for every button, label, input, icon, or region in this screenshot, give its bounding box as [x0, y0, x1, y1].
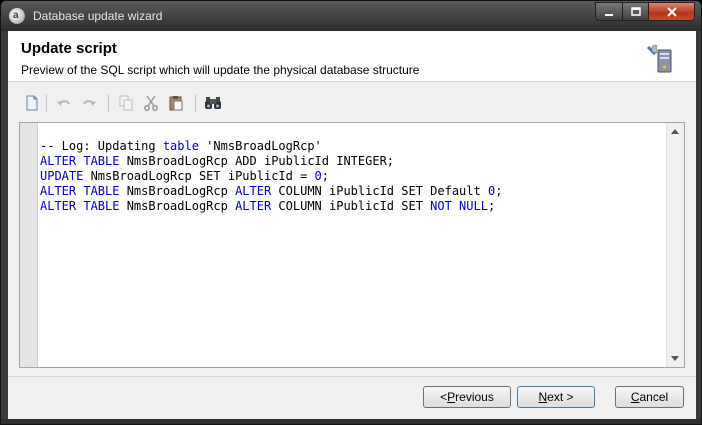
- redo-button[interactable]: [78, 92, 100, 114]
- wizard-body: Update script Preview of the SQL script …: [8, 31, 696, 419]
- wizard-header: Update script Preview of the SQL script …: [8, 31, 696, 82]
- app-logo-icon: a: [9, 8, 25, 24]
- sql-script-text[interactable]: -- Log: Updating table 'NmsBroadLogRcp' A…: [40, 139, 502, 214]
- previous-prefix: <: [440, 390, 448, 404]
- previous-label: revious: [455, 390, 494, 404]
- sql-line: ALTER TABLE NmsBroadLogRcp ADD iPublicId…: [40, 154, 502, 169]
- sql-text: ;: [321, 169, 330, 183]
- next-accel: N: [538, 390, 548, 404]
- sql-text: -- Log: Updating: [40, 139, 163, 153]
- toolbar-separator: [108, 94, 109, 112]
- undo-icon: [57, 100, 70, 106]
- wizard-window: a Database update wizard Update script P…: [0, 0, 702, 425]
- title-bar[interactable]: a Database update wizard: [1, 1, 701, 31]
- sql-script-editor[interactable]: -- Log: Updating table 'NmsBroadLogRcp' A…: [19, 122, 685, 368]
- sql-line: ALTER TABLE NmsBroadLogRcp ALTER COLUMN …: [40, 184, 502, 199]
- redo-icon: [83, 100, 96, 106]
- sql-keyword: 0: [314, 169, 322, 183]
- sql-text: NmsBroadLogRcp SET iPublicId =: [83, 169, 315, 183]
- vertical-scrollbar[interactable]: [666, 123, 684, 367]
- scroll-down-icon[interactable]: [671, 356, 679, 361]
- sql-keyword: table: [162, 139, 199, 153]
- editor-toolbar: [21, 91, 684, 115]
- window-bottom-edge: [1, 419, 701, 424]
- binoculars-icon: [205, 97, 221, 109]
- cancel-accel: C: [630, 390, 640, 404]
- sql-text: COLUMN iPublicId SET Default: [271, 184, 488, 198]
- close-icon: [666, 6, 677, 17]
- sql-text: NmsBroadLogRcp: [119, 184, 236, 198]
- sql-line: ALTER TABLE NmsBroadLogRcp ALTER COLUMN …: [40, 199, 502, 214]
- maximize-button[interactable]: [623, 2, 649, 21]
- cancel-label: ancel: [639, 390, 669, 404]
- cut-button[interactable]: [140, 92, 162, 114]
- paste-icon: [169, 96, 183, 111]
- cut-icon: [144, 95, 158, 111]
- editor-gutter: [20, 123, 38, 367]
- sql-keyword: UPDATE: [40, 169, 84, 183]
- previous-accel: P: [447, 390, 456, 404]
- sql-line: UPDATE NmsBroadLogRcp SET iPublicId = 0;: [40, 169, 502, 184]
- maximize-icon: [630, 6, 641, 16]
- new-document-icon: [26, 95, 38, 111]
- previous-button[interactable]: < Previous: [423, 386, 511, 408]
- minimize-icon: [605, 13, 613, 16]
- sql-keyword: ALTER TABLE: [40, 199, 120, 213]
- window-title: Database update wizard: [33, 9, 163, 23]
- scroll-up-icon[interactable]: [671, 129, 679, 134]
- cancel-button[interactable]: Cancel: [615, 386, 684, 408]
- next-label: ext >: [547, 390, 574, 404]
- sql-keyword: NOT NULL: [430, 199, 488, 213]
- sql-text: 'NmsBroadLogRcp': [198, 139, 322, 153]
- sql-keyword: ALTER TABLE: [40, 184, 120, 198]
- sql-keyword: ALTER: [235, 199, 272, 213]
- sql-text: ;: [495, 184, 503, 198]
- undo-button[interactable]: [53, 92, 75, 114]
- footer-divider: [8, 376, 696, 377]
- close-button[interactable]: [649, 2, 695, 21]
- page-title: Update script: [21, 40, 117, 57]
- sql-text: COLUMN iPublicId SET: [271, 199, 431, 213]
- sql-text: ;: [487, 199, 496, 213]
- sql-text: NmsBroadLogRcp: [119, 199, 236, 213]
- server-tools-icon: [647, 44, 672, 73]
- sql-keyword: ALTER: [235, 184, 272, 198]
- paste-button[interactable]: [165, 92, 187, 114]
- copy-button[interactable]: [115, 92, 137, 114]
- toolbar-separator: [46, 94, 47, 112]
- new-document-button[interactable]: [21, 92, 43, 114]
- page-subtitle: Preview of the SQL script which will upd…: [21, 63, 420, 77]
- next-button[interactable]: Next >: [517, 386, 595, 408]
- minimize-button[interactable]: [595, 2, 623, 21]
- sql-text: NmsBroadLogRcp ADD iPublicId INTEGER;: [119, 154, 395, 168]
- toolbar-separator: [195, 94, 196, 112]
- copy-icon: [119, 95, 133, 111]
- window-controls: [595, 2, 695, 21]
- sql-line: -- Log: Updating table 'NmsBroadLogRcp': [40, 139, 502, 154]
- find-button[interactable]: [202, 92, 224, 114]
- sql-keyword: ALTER TABLE: [40, 154, 120, 168]
